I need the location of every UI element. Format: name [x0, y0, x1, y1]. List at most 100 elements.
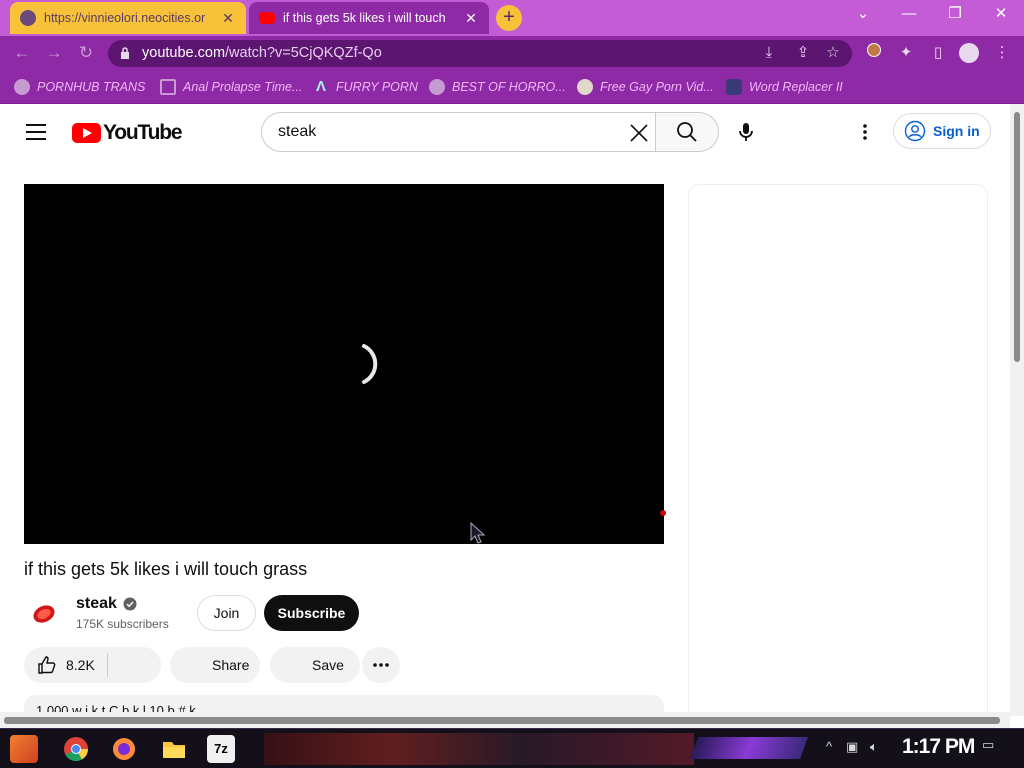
join-button[interactable]: Join	[197, 595, 256, 631]
share-arrow-icon	[185, 657, 203, 673]
install-app-icon[interactable]: ⤓	[760, 44, 778, 62]
vertical-scroll-thumb[interactable]	[1014, 112, 1020, 362]
close-window-button[interactable]: ✕	[978, 0, 1024, 30]
share-label: Share	[212, 657, 250, 673]
horizontal-scrollbar[interactable]	[0, 712, 1010, 728]
globe-icon	[429, 79, 445, 95]
chrome-menu-icon[interactable]: ⋮	[992, 43, 1012, 63]
like-dislike-divider	[107, 653, 108, 677]
search-query-text: steak	[278, 123, 317, 140]
tab-title: https://vinnieolori.neocities.or	[44, 11, 206, 25]
sidebar-panel	[688, 184, 988, 716]
profile-icon[interactable]	[959, 43, 979, 63]
bookmark-item[interactable]: PORNHUB TRANS	[14, 77, 145, 97]
tab-youtube[interactable]: if this gets 5k likes i will touch ✕	[249, 2, 489, 34]
clear-search-icon[interactable]	[628, 122, 650, 144]
globe-icon	[20, 10, 36, 26]
chrome-icon[interactable]	[62, 735, 90, 763]
show-hidden-icons-icon[interactable]: ^	[826, 739, 832, 754]
firefox-icon[interactable]	[110, 735, 138, 763]
youtube-favicon-icon	[259, 12, 275, 24]
windows-taskbar: 7z ^ ▣ 🔈︎ 1:17 PM ▭	[0, 728, 1024, 768]
mouse-cursor-icon	[470, 522, 486, 544]
video-title: if this gets 5k likes i will touch grass	[24, 559, 308, 579]
bookmark-label: Free Gay Porn Vid...	[600, 80, 714, 94]
thumbs-up-icon	[38, 656, 56, 674]
channel-avatar[interactable]	[24, 594, 64, 634]
extension-avatar-icon[interactable]	[864, 43, 884, 63]
more-horizontal-icon	[373, 663, 389, 667]
tab-neocities[interactable]: https://vinnieolori.neocities.or ✕	[10, 2, 246, 34]
bookmark-page-icon	[160, 79, 176, 95]
search-button[interactable]	[655, 112, 719, 152]
save-button[interactable]: Save	[270, 647, 360, 683]
address-url: youtube.com/watch?v=5CjQKQZf-Qo	[142, 45, 382, 61]
notifications-icon[interactable]: ▭	[982, 737, 994, 753]
bookmark-label: FURRY PORN	[336, 80, 418, 94]
save-playlist-icon	[286, 659, 297, 669]
channel-name[interactable]: steak	[76, 595, 137, 613]
vertical-scrollbar[interactable]	[1010, 104, 1024, 716]
video-player[interactable]	[24, 184, 666, 544]
microphone-icon[interactable]	[734, 120, 758, 144]
subscriber-count: 175K subscribers	[76, 617, 169, 631]
word-replacer-icon	[726, 79, 742, 95]
bookmark-item[interactable]: BEST OF HORRO...	[429, 77, 566, 97]
share-icon[interactable]: ⇪	[794, 44, 812, 62]
search-icon	[677, 122, 697, 142]
a-logo-icon: Λ	[315, 78, 326, 95]
back-arrow-icon[interactable]: ←	[10, 41, 34, 65]
tab-close-icon[interactable]: ✕	[220, 10, 236, 27]
like-button[interactable]: 8.2K	[24, 647, 161, 683]
taskbar-clock[interactable]: 1:17 PM	[902, 735, 975, 759]
sign-in-button[interactable]: Sign in	[893, 113, 991, 149]
youtube-play-icon	[72, 123, 101, 143]
horizontal-scroll-thumb[interactable]	[4, 717, 1000, 724]
verified-badge-icon	[123, 597, 137, 611]
forward-arrow-icon[interactable]: →	[42, 41, 66, 65]
extensions-puzzle-icon[interactable]: ✦	[896, 43, 916, 63]
share-button[interactable]: Share	[170, 647, 260, 683]
start-icon[interactable]	[10, 735, 38, 763]
bookmark-label: Anal Prolapse Time...	[183, 80, 303, 94]
address-bar[interactable]: youtube.com/watch?v=5CjQKQZf-Qo ⤓ ⇪ ☆	[108, 40, 852, 67]
network-icon[interactable]: ▣	[846, 739, 858, 755]
tab-search-chevron-icon[interactable]: ⌄	[840, 0, 886, 30]
bookmark-item[interactable]: Word Replacer II	[726, 77, 843, 97]
youtube-logo[interactable]: YouTube	[72, 121, 183, 145]
search-input[interactable]: steak	[261, 112, 657, 152]
bookmark-label: PORNHUB TRANS	[37, 80, 146, 94]
skull-icon	[577, 79, 593, 95]
7zip-icon[interactable]: 7z	[207, 735, 235, 763]
file-explorer-icon[interactable]	[160, 735, 188, 763]
account-icon	[904, 120, 926, 142]
bookmark-item[interactable]: Free Gay Porn Vid...	[577, 77, 714, 97]
tab-title: if this gets 5k likes i will touch	[283, 11, 446, 25]
browser-tab-strip: https://vinnieolori.neocities.or ✕ if th…	[0, 0, 1024, 36]
bookmark-star-icon[interactable]: ☆	[824, 44, 842, 62]
sign-in-label: Sign in	[933, 123, 980, 139]
more-actions-button[interactable]	[362, 647, 400, 683]
reload-icon[interactable]: ↻	[74, 41, 98, 65]
side-panel-icon[interactable]: ▯	[928, 43, 948, 63]
bookmark-item[interactable]: Anal Prolapse Time...	[160, 77, 302, 97]
bookmark-item[interactable]: Λ FURRY PORN	[313, 77, 418, 97]
like-count: 8.2K	[66, 657, 95, 673]
new-tab-button[interactable]: +	[496, 5, 522, 31]
restore-button[interactable]: ❐	[932, 0, 978, 30]
progress-scrubber[interactable]	[660, 510, 666, 516]
hamburger-menu-icon[interactable]	[26, 124, 46, 140]
youtube-header: YouTube steak Sign in	[0, 104, 1010, 160]
youtube-logo-text: YouTube	[103, 121, 183, 144]
bookmark-label: Word Replacer II	[749, 80, 843, 94]
bookmark-label: BEST OF HORRO...	[452, 80, 566, 94]
taskbar-wallpaper-strip	[264, 733, 694, 765]
tab-close-icon[interactable]: ✕	[463, 10, 479, 27]
subscribe-button[interactable]: Subscribe	[264, 595, 359, 631]
browser-toolbar: ← → ↻ youtube.com/watch?v=5CjQKQZf-Qo ⤓ …	[0, 36, 1024, 70]
more-options-icon[interactable]	[855, 122, 875, 142]
lock-icon	[121, 47, 129, 59]
volume-icon[interactable]: 🔈︎	[870, 739, 878, 755]
loading-spinner-icon	[362, 344, 378, 384]
minimize-button[interactable]: —	[886, 0, 932, 30]
